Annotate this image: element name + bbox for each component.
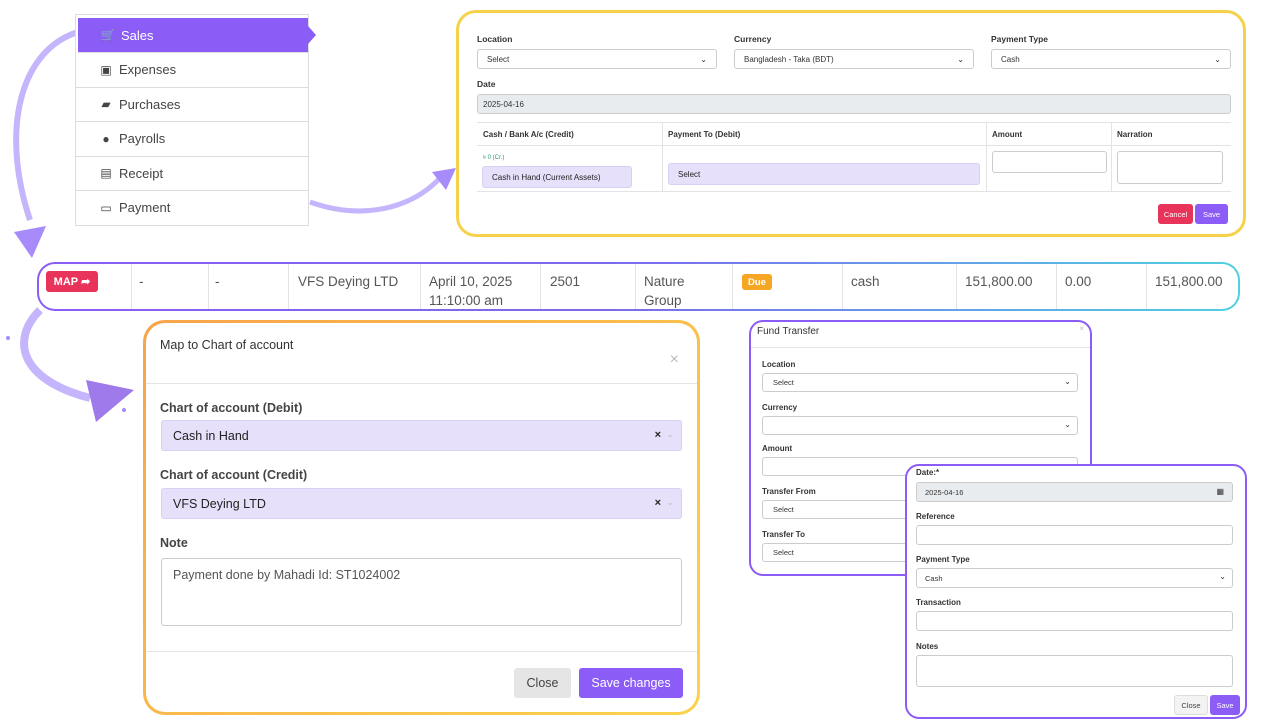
- sidebar-item-label: Payrolls: [119, 131, 166, 147]
- truck-icon: ▰: [101, 97, 111, 112]
- reference-label: Reference: [916, 512, 955, 521]
- save-button[interactable]: Save: [1195, 204, 1228, 224]
- col-payment-to: Payment To (Debit): [668, 130, 741, 139]
- save-button[interactable]: Save: [1210, 695, 1240, 715]
- chevron-down-icon: ⌄: [1064, 420, 1071, 429]
- payment-type-select[interactable]: Cash ⌄: [991, 49, 1231, 69]
- reference-input[interactable]: [916, 525, 1233, 545]
- date-field[interactable]: 2025-04-16: [477, 94, 1231, 114]
- cell-supplier: VFS Deying LTD: [298, 274, 399, 289]
- credit-account-select[interactable]: VFS Deying LTD × ⌄: [161, 488, 682, 519]
- chevron-down-icon: ⌄: [1219, 572, 1226, 581]
- currency-select[interactable]: Bangladesh - Taka (BDT) ⌄: [734, 49, 974, 69]
- currency-label: Currency: [762, 403, 798, 412]
- sidebar-menu: 🛒 Sales ▣ Expenses ▰ Purchases ● Payroll…: [75, 14, 316, 226]
- date-label: Date:*: [916, 468, 940, 477]
- col-narration: Narration: [1117, 130, 1153, 139]
- amount-input[interactable]: [992, 151, 1107, 173]
- close-icon[interactable]: ×: [1079, 324, 1084, 333]
- sidebar-item-payment[interactable]: ▭ Payment: [76, 191, 308, 226]
- debit-label: Chart of account (Debit): [160, 401, 303, 415]
- share-arrow-icon: ➦: [81, 276, 91, 288]
- cancel-button[interactable]: Cancel: [1158, 204, 1193, 224]
- payment-type-label: Payment Type: [991, 34, 1049, 44]
- sidebar-item-purchases[interactable]: ▰ Purchases: [76, 88, 308, 122]
- balance-hint: ৳ 0 (Cr.): [483, 155, 505, 161]
- map-chart-modal: Map to Chart of account × Chart of accou…: [143, 320, 700, 715]
- location-select[interactable]: Select ⌄: [762, 373, 1078, 392]
- cell-total: 151,800.00: [965, 274, 1033, 289]
- col-amount: Amount: [992, 130, 1023, 139]
- cart-icon: 🛒: [100, 28, 116, 42]
- user-check-icon: ●: [102, 131, 110, 146]
- close-button[interactable]: Close: [1174, 695, 1208, 715]
- date-field[interactable]: 2025-04-16 ▦: [916, 482, 1233, 502]
- save-changes-button[interactable]: Save changes: [579, 668, 683, 698]
- date-label: Date: [477, 79, 496, 89]
- currency-label: Currency: [734, 34, 772, 44]
- cell-ref: 2501: [550, 274, 581, 289]
- sidebar-item-receipt[interactable]: ▤ Receipt: [76, 157, 308, 191]
- amount-label: Amount: [762, 444, 793, 453]
- narration-textarea[interactable]: [1117, 151, 1223, 184]
- close-icon[interactable]: ×: [670, 351, 679, 369]
- add-payment-panel: Date:* 2025-04-16 ▦ Reference Payment Typ…: [905, 464, 1247, 719]
- modal-title: Map to Chart of account: [160, 338, 294, 352]
- location-select[interactable]: Select ⌄: [477, 49, 717, 69]
- cell-group: Nature Group: [644, 274, 685, 308]
- chevron-down-icon: ⌄: [700, 55, 707, 64]
- transaction-label: Transaction: [916, 598, 961, 607]
- notes-label: Notes: [916, 642, 939, 651]
- credit-card-icon: ▭: [100, 200, 112, 215]
- note-textarea[interactable]: Payment done by Mahadi Id: ST1024002: [161, 558, 682, 626]
- cell-paid: 0.00: [1065, 274, 1092, 289]
- cell-col1: -: [139, 274, 144, 289]
- transaction-input[interactable]: [916, 611, 1233, 631]
- payment-to-select[interactable]: Select: [668, 163, 980, 185]
- clear-icon[interactable]: ×: [655, 429, 661, 441]
- cell-col2: -: [215, 274, 220, 289]
- sidebar-item-sales[interactable]: 🛒 Sales: [78, 18, 316, 53]
- clear-icon[interactable]: ×: [655, 497, 661, 509]
- payment-voucher-form: Location Select ⌄ Currency Bangladesh - T…: [456, 10, 1246, 237]
- chevron-down-icon: ⌄: [666, 429, 674, 439]
- cash-account-select[interactable]: Cash in Hand (Current Assets): [482, 166, 632, 188]
- chevron-down-icon: ⌄: [666, 497, 674, 507]
- cell-date: April 10, 2025 11:10:00 am: [429, 274, 513, 308]
- receipt-icon: ▤: [100, 166, 112, 181]
- currency-select[interactable]: ⌄: [762, 416, 1078, 435]
- debit-account-select[interactable]: Cash in Hand × ⌄: [161, 420, 682, 451]
- money-icon: ▣: [100, 62, 112, 77]
- calendar-icon[interactable]: ▦: [1216, 487, 1224, 496]
- sidebar-item-label: Sales: [121, 27, 154, 43]
- transfer-to-label: Transfer To: [762, 530, 805, 539]
- transfer-from-label: Transfer From: [762, 487, 816, 496]
- chevron-down-icon: ⌄: [1214, 55, 1221, 64]
- sidebar-item-label: Purchases: [119, 96, 181, 112]
- credit-label: Chart of account (Credit): [160, 468, 308, 482]
- status-badge: Due: [742, 274, 772, 290]
- chevron-down-icon: ⌄: [957, 55, 964, 64]
- note-label: Note: [160, 536, 188, 550]
- cell-method: cash: [851, 274, 880, 289]
- sidebar-item-label: Receipt: [119, 165, 164, 181]
- modal-title: Fund Transfer: [757, 326, 820, 337]
- close-button[interactable]: Close: [514, 668, 571, 698]
- notes-textarea[interactable]: [916, 655, 1233, 687]
- sidebar-item-label: Payment: [119, 200, 171, 216]
- chevron-down-icon: ⌄: [1064, 377, 1071, 386]
- table-row: MAP ➦ - - VFS Deying LTD April 10, 2025 11…: [37, 262, 1240, 311]
- location-label: Location: [762, 360, 796, 369]
- map-button[interactable]: MAP ➦: [46, 271, 98, 292]
- sidebar-item-payrolls[interactable]: ● Payrolls: [76, 122, 308, 157]
- cell-due: 151,800.00: [1155, 274, 1223, 289]
- sidebar-item-label: Expenses: [119, 62, 177, 78]
- payment-type-select[interactable]: Cash ⌄: [916, 568, 1233, 588]
- location-label: Location: [477, 34, 513, 44]
- payment-type-label: Payment Type: [916, 555, 970, 564]
- sidebar-item-expenses[interactable]: ▣ Expenses: [76, 53, 308, 88]
- col-cash-bank: Cash / Bank A/c (Credit): [483, 130, 574, 139]
